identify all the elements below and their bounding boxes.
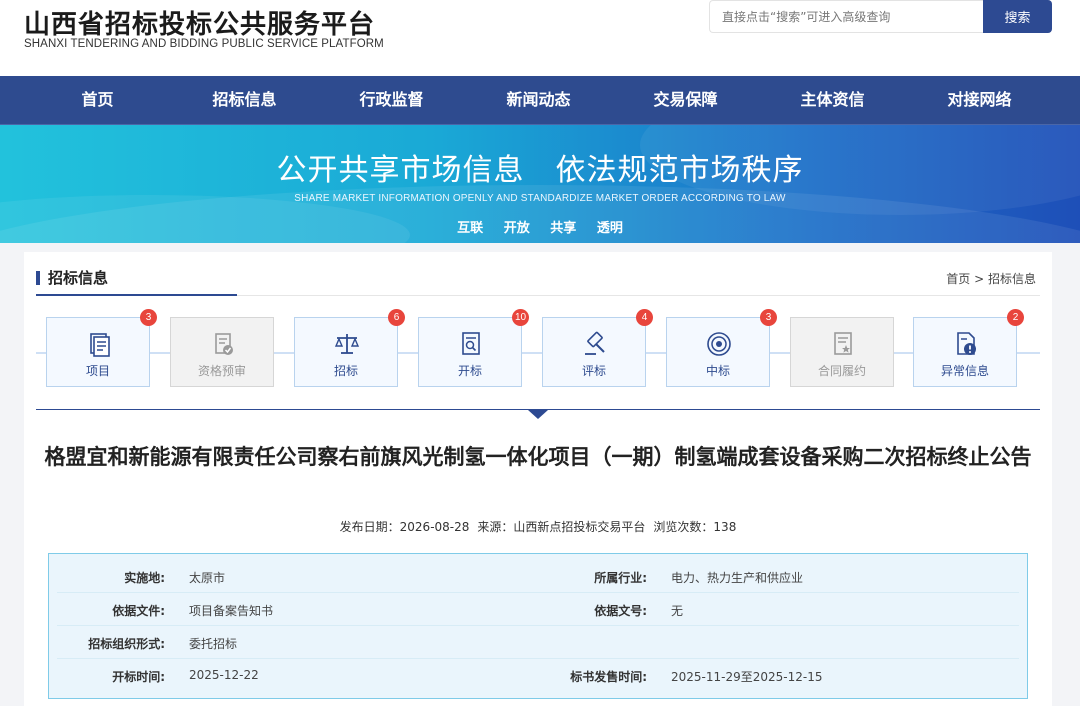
document-alert-icon (957, 332, 976, 355)
banner-tag: 透明 (596, 221, 623, 236)
breadcrumb-separator: > (970, 272, 988, 286)
document-search-icon (462, 332, 480, 355)
nav-item-news[interactable]: 新闻动态 (465, 76, 612, 124)
info-value: 项目备案告知书 (189, 604, 274, 618)
hero-banner: 公开共享市场信息 依法规范市场秩序 SHARE MARKET INFORMATI… (0, 125, 1080, 243)
info-value: 电力、热力生产和供应业 (671, 571, 804, 585)
nav-item-network[interactable]: 对接网络 (906, 76, 1053, 124)
section-header: 招标信息 (36, 266, 237, 296)
scales-icon (334, 334, 360, 354)
step-project[interactable]: 项目 3 (46, 309, 157, 387)
site-logo-title[interactable]: 山西省招标投标公共服务平台 (24, 4, 375, 41)
content-panel: 招标信息 首页 > 招标信息 项目 3 资格预审 招标 6 开标 10 评标 4… (24, 252, 1052, 706)
step-award[interactable]: 中标 3 (666, 309, 777, 387)
info-row: 开标时间: 2025-12-22 标书发售时间: 2025-11-29至2025… (57, 659, 1019, 692)
step-label: 评标 (581, 364, 606, 378)
step-evaluation[interactable]: 评标 4 (542, 309, 653, 387)
article-source: 来源：山西新点招投标交易平台 (477, 520, 646, 534)
info-row: 实施地: 太原市 所属行业: 电力、热力生产和供应业 (57, 560, 1019, 593)
info-row: 依据文件: 项目备案告知书 依据文号: 无 (57, 593, 1019, 626)
info-value: 2025-12-22 (189, 668, 259, 682)
target-icon (707, 332, 731, 356)
info-value: 委托招标 (189, 637, 238, 651)
banner-tag: 开放 (503, 221, 530, 236)
info-label: 招标组织形式: (88, 637, 165, 651)
banner-tag: 互联 (457, 221, 484, 236)
nav-item-bidding-info[interactable]: 招标信息 (171, 76, 318, 124)
document-list-icon (90, 333, 110, 357)
step-count-badge: 6 (388, 309, 405, 326)
step-count-badge: 10 (512, 309, 529, 326)
gavel-icon (585, 331, 605, 355)
caret-down-icon (528, 410, 548, 419)
banner-title: 公开共享市场信息 依法规范市场秩序 (276, 153, 804, 188)
step-anomaly[interactable]: 异常信息 2 (913, 309, 1024, 387)
info-value: 太原市 (189, 571, 226, 585)
step-label: 项目 (85, 364, 110, 378)
article-title: 格盟宜和新能源有限责任公司察右前旗风光制氢一体化项目（一期）制氢端成套设备采购二… (44, 445, 1032, 469)
section-marker (36, 271, 40, 285)
nav-item-supervision[interactable]: 行政监督 (318, 76, 465, 124)
contract-star-icon (834, 332, 852, 355)
step-count-badge: 3 (760, 309, 777, 326)
step-count-badge: 4 (636, 309, 653, 326)
project-info-table: 实施地: 太原市 所属行业: 电力、热力生产和供应业 依据文件: 项目备案告知书… (48, 553, 1028, 699)
breadcrumb-home[interactable]: 首页 (946, 272, 970, 286)
banner-tag: 共享 (550, 221, 577, 236)
step-label: 异常信息 (940, 364, 989, 378)
step-contract[interactable]: 合同履约 (790, 317, 894, 387)
search-input[interactable] (709, 0, 983, 33)
banner-tags: 互联 开放 共享 透明 (0, 217, 1080, 236)
nav-item-home[interactable]: 首页 (24, 76, 171, 124)
search-button[interactable]: 搜索 (983, 0, 1052, 33)
main-nav: 首页 招标信息 行政监督 新闻动态 交易保障 主体资信 对接网络 (0, 76, 1080, 125)
site-logo-subtitle: SHANXI TENDERING AND BIDDING PUBLIC SERV… (24, 38, 384, 50)
step-label: 招标 (333, 364, 358, 378)
view-count: 浏览次数：138 (653, 520, 737, 534)
step-label: 资格预审 (197, 364, 246, 378)
site-header: 山西省招标投标公共服务平台 SHANXI TENDERING AND BIDDI… (0, 0, 1080, 76)
info-label: 开标时间: (112, 670, 165, 684)
info-label: 依据文号: (594, 604, 647, 618)
nav-item-trade-guarantee[interactable]: 交易保障 (612, 76, 759, 124)
info-label: 依据文件: (112, 604, 165, 618)
step-count-badge: 2 (1007, 309, 1024, 326)
info-row: 招标组织形式: 委托招标 (57, 626, 1019, 659)
section-title: 招标信息 (48, 269, 109, 287)
article-meta: 发布日期：2026-08-28 来源：山西新点招投标交易平台 浏览次数：138 (24, 518, 1052, 535)
step-prequalification[interactable]: 资格预审 (170, 317, 274, 387)
step-label: 开标 (457, 364, 482, 378)
banner-subtitle: SHARE MARKET INFORMATION OPENLY AND STAN… (294, 193, 786, 204)
step-label: 合同履约 (817, 364, 866, 378)
info-label: 实施地: (124, 571, 165, 585)
step-count-badge: 3 (140, 309, 157, 326)
step-label: 中标 (705, 364, 730, 378)
info-value: 2025-11-29至2025-12-15 (671, 670, 823, 684)
info-label: 标书发售时间: (570, 670, 647, 684)
breadcrumb: 首页 > 招标信息 (946, 270, 1036, 287)
publish-date: 发布日期：2026-08-28 (339, 520, 470, 534)
nav-item-credit[interactable]: 主体资信 (759, 76, 906, 124)
info-label: 所属行业: (594, 571, 647, 585)
step-bid-opening[interactable]: 开标 10 (418, 309, 529, 387)
step-tender[interactable]: 招标 6 (294, 309, 405, 387)
breadcrumb-current[interactable]: 招标信息 (988, 272, 1036, 286)
document-check-icon (215, 333, 233, 355)
info-value: 无 (671, 604, 684, 618)
